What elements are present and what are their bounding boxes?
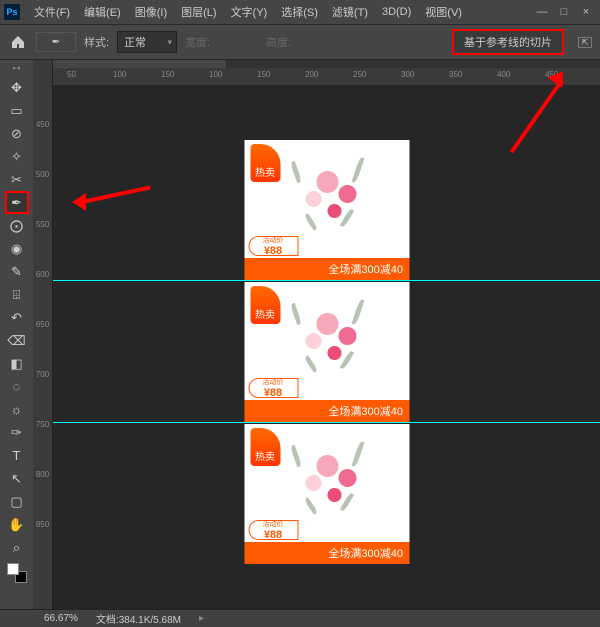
menu-view[interactable]: 视图(V) (419, 2, 468, 22)
guide-line[interactable] (53, 280, 600, 281)
menubar: Ps 文件(F) 编辑(E) 图像(I) 图层(L) 文字(Y) 选择(S) 滤… (0, 0, 600, 24)
menu-filter[interactable]: 滤镜(T) (326, 2, 374, 22)
tool-preset[interactable]: ✒ (36, 32, 76, 52)
menu-3d[interactable]: 3D(D) (376, 4, 417, 20)
price-value: ¥88 (264, 245, 282, 257)
eraser-tool[interactable]: ⌫ (5, 329, 29, 352)
zoom-level[interactable]: 66.67% (44, 613, 78, 624)
menu-file[interactable]: 文件(F) (28, 2, 76, 22)
hot-badge: 热卖 (250, 428, 280, 466)
menu-image[interactable]: 图像(I) (129, 2, 173, 22)
width-label: 宽度: (185, 34, 210, 50)
app-logo: Ps (4, 4, 20, 20)
price-value: ¥88 (264, 529, 282, 541)
brush-tool[interactable]: ✎ (5, 260, 29, 283)
promo-bar: 全场满300减40 (244, 542, 409, 564)
blur-tool[interactable]: ◌ (5, 375, 29, 398)
menu-edit[interactable]: 编辑(E) (78, 2, 127, 22)
price-tag: 活动价 (263, 519, 284, 529)
home-icon[interactable] (8, 32, 28, 52)
price-bar: 活动价 ¥88 (244, 234, 409, 258)
marquee-tool[interactable]: ▭ (5, 99, 29, 122)
type-tool[interactable]: T (5, 444, 29, 467)
style-label: 样式: (84, 34, 109, 50)
window-close[interactable]: × (580, 6, 592, 18)
hand-tool[interactable]: ✋ (5, 513, 29, 536)
wand-tool[interactable]: ✧ (5, 145, 29, 168)
shape-tool[interactable]: ▢ (5, 490, 29, 513)
lasso-tool[interactable]: ⊘ (5, 122, 29, 145)
slice-region[interactable]: 01 热卖 活动价 ¥88 全场满300减40 (244, 140, 409, 280)
document-info[interactable]: 文档:384.1K/5.68M (96, 611, 181, 626)
slice-from-guides-button[interactable]: 基于参考线的切片 (452, 29, 564, 55)
window-maximize[interactable]: □ (558, 6, 570, 18)
move-tool[interactable]: ✥ (5, 76, 29, 99)
height-label: 高度: (266, 34, 291, 50)
path-select-tool[interactable]: ↖ (5, 467, 29, 490)
options-bar: ✒ 样式: 正常 宽度: 高度: 基于参考线的切片 ⇱ (0, 24, 600, 60)
menu-layer[interactable]: 图层(L) (175, 2, 222, 22)
window-controls: — □ × (536, 6, 600, 18)
hot-badge: 热卖 (250, 144, 280, 182)
status-bar: 66.67% 文档:384.1K/5.68M ▸ (0, 609, 600, 627)
horizontal-ruler: 50 100 150 100 150 200 250 300 350 400 4… (53, 68, 600, 86)
menu-select[interactable]: 选择(S) (275, 2, 324, 22)
guide-line[interactable] (53, 422, 600, 423)
foreground-swatch[interactable] (7, 563, 19, 575)
price-tag: 活动价 (263, 377, 284, 387)
price-bar: 活动价 ¥88 (244, 376, 409, 400)
hot-badge: 热卖 (250, 286, 280, 324)
slice-region[interactable]: 03 热卖 活动价 ¥88 全场满300减40 (244, 424, 409, 564)
stamp-tool[interactable]: ⌹ (5, 283, 29, 306)
vertical-ruler: 450 500 550 600 650 700 750 800 850 (33, 60, 53, 609)
price-bar: 活动价 ¥88 (244, 518, 409, 542)
chevron-right-icon[interactable]: ▸ (199, 613, 204, 624)
spot-heal-tool[interactable]: ◉ (5, 237, 29, 260)
canvas[interactable]: 50 100 150 100 150 200 250 300 350 400 4… (53, 86, 600, 609)
price-value: ¥88 (264, 387, 282, 399)
style-value: 正常 (124, 34, 146, 50)
menu-type[interactable]: 文字(Y) (225, 2, 274, 22)
expand-icon[interactable]: ⇱ (578, 37, 592, 48)
history-brush-tool[interactable]: ↶ (5, 306, 29, 329)
promo-bar: 全场满300减40 (244, 400, 409, 422)
style-select[interactable]: 正常 (117, 31, 177, 53)
panel-grip-icon[interactable]: ▸◂ (13, 64, 20, 72)
zoom-tool[interactable]: ⌕ (5, 536, 29, 559)
gradient-tool[interactable]: ◧ (5, 352, 29, 375)
crop-tool[interactable]: ✂ (5, 168, 29, 191)
eyedropper-tool[interactable]: ⨀ (5, 214, 29, 237)
slice-region[interactable]: 02 热卖 活动价 ¥88 全场满300减40 (244, 282, 409, 422)
pen-tool[interactable]: ✑ (5, 421, 29, 444)
slice-tool[interactable]: ✒ (5, 191, 29, 214)
foreground-background-colors[interactable] (7, 563, 27, 583)
price-tag: 活动价 (263, 235, 284, 245)
dodge-tool[interactable]: ☼ (5, 398, 29, 421)
promo-bar: 全场满300减40 (244, 258, 409, 280)
window-minimize[interactable]: — (536, 6, 548, 18)
tools-panel: ▸◂ ✥ ▭ ⊘ ✧ ✂ ✒ ⨀ ◉ ✎ ⌹ ↶ ⌫ ◧ ◌ ☼ ✑ T ↖ ▢… (0, 60, 33, 609)
